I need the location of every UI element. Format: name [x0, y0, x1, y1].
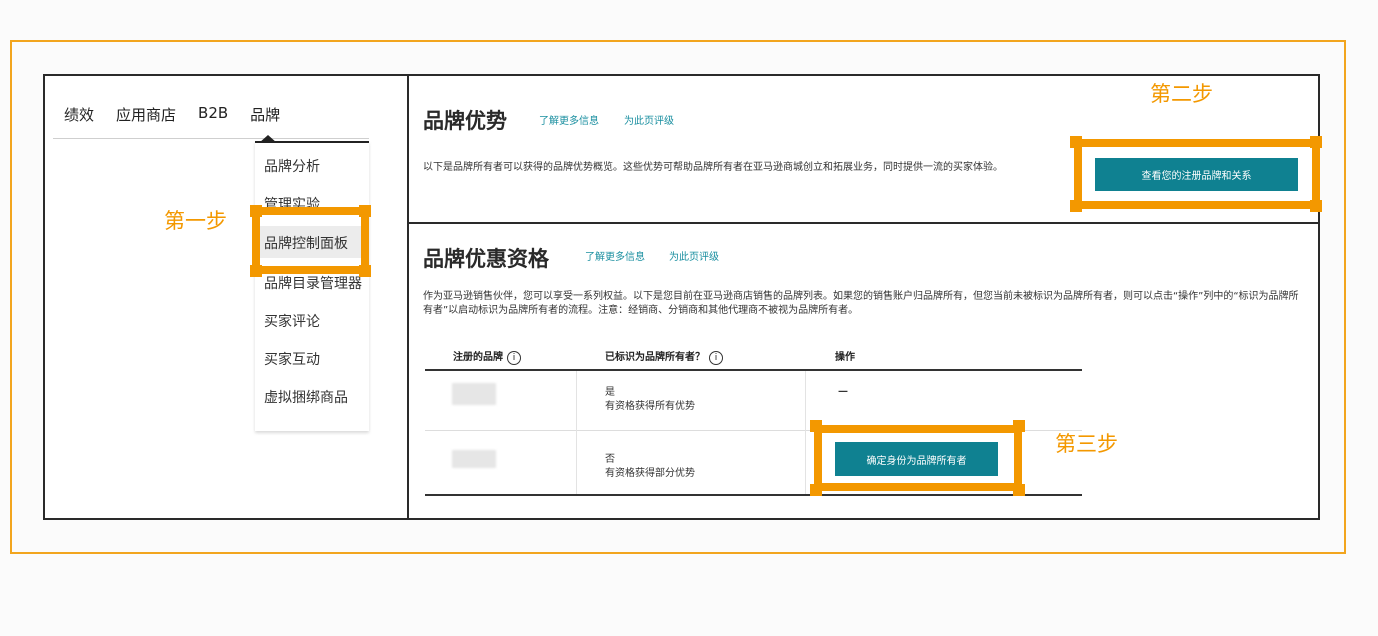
- step3-corner: [1013, 420, 1025, 432]
- redacted-brand-name: [452, 383, 496, 405]
- menu-item-customer-reviews[interactable]: 买家评论: [264, 311, 320, 331]
- step2-label: 第二步: [1150, 82, 1213, 106]
- step3-corner: [810, 420, 822, 432]
- column-header-identified-owner: 已标识为品牌所有者？ i: [605, 348, 723, 365]
- brand-eligibility-rate-page-link[interactable]: 为此页评级: [669, 248, 719, 263]
- step3-label: 第三步: [1055, 432, 1118, 456]
- step1-highlight-box: [252, 207, 369, 274]
- info-icon[interactable]: i: [709, 351, 723, 365]
- brand-advantage-title: 品牌优势: [423, 109, 507, 133]
- menu-item-brand-catalog-manager[interactable]: 品牌目录管理器: [264, 273, 362, 293]
- column-header-action: 操作: [835, 352, 855, 363]
- table-row-1-action: —: [838, 386, 848, 397]
- table-bottom-divider: [425, 494, 1082, 496]
- nav-item-b2b[interactable]: B2B: [198, 104, 228, 125]
- step1-label: 第一步: [164, 209, 227, 233]
- step2-highlight-box: [1074, 139, 1320, 209]
- table-column-divider: [576, 371, 577, 494]
- brand-advantage-description: 以下是品牌所有者可以获得的品牌优势概览。这些优势可帮助品牌所有者在亚马逊商城创立…: [423, 162, 1003, 173]
- table-row-2-status: 否 有资格获得部分优势: [605, 454, 695, 479]
- table-row-1-status: 是 有资格获得所有优势: [605, 387, 695, 412]
- nav-item-brand[interactable]: 品牌: [250, 104, 280, 125]
- step1-corner: [250, 265, 262, 277]
- step2-corner: [1310, 200, 1322, 212]
- info-icon[interactable]: i: [507, 351, 521, 365]
- menu-item-brand-analytics[interactable]: 品牌分析: [264, 156, 320, 176]
- brand-eligibility-learn-more-link[interactable]: 了解更多信息: [585, 248, 645, 263]
- brand-eligibility-description: 作为亚马逊销售伙伴，您可以享受一系列权益。以下是您目前在亚马逊商店销售的品牌列表…: [423, 291, 1299, 316]
- nav-item-appstore[interactable]: 应用商店: [116, 104, 176, 125]
- step2-corner: [1310, 136, 1322, 148]
- menu-item-customer-engagement[interactable]: 买家互动: [264, 349, 320, 369]
- step3-highlight-box: [814, 425, 1022, 491]
- step1-corner: [359, 265, 371, 277]
- nav-item-performance[interactable]: 绩效: [64, 104, 94, 125]
- step3-corner: [1013, 484, 1025, 496]
- step2-corner: [1070, 136, 1082, 148]
- step1-corner: [359, 205, 371, 217]
- menu-item-virtual-bundles[interactable]: 虚拟捆绑商品: [264, 387, 348, 407]
- step2-corner: [1070, 200, 1082, 212]
- brand-eligibility-title: 品牌优惠资格: [423, 247, 549, 271]
- redacted-brand-name: [452, 450, 496, 468]
- brand-advantage-rate-page-link[interactable]: 为此页评级: [624, 112, 674, 127]
- nav-divider: [53, 138, 369, 139]
- step1-corner: [250, 205, 262, 217]
- table-header-divider: [425, 369, 1082, 371]
- brand-advantage-learn-more-link[interactable]: 了解更多信息: [539, 112, 599, 127]
- step3-corner: [810, 484, 822, 496]
- column-header-registered-brand: 注册的品牌 i: [453, 348, 521, 365]
- table-column-divider: [805, 371, 806, 494]
- top-nav: 绩效 应用商店 B2B 品牌: [64, 104, 280, 125]
